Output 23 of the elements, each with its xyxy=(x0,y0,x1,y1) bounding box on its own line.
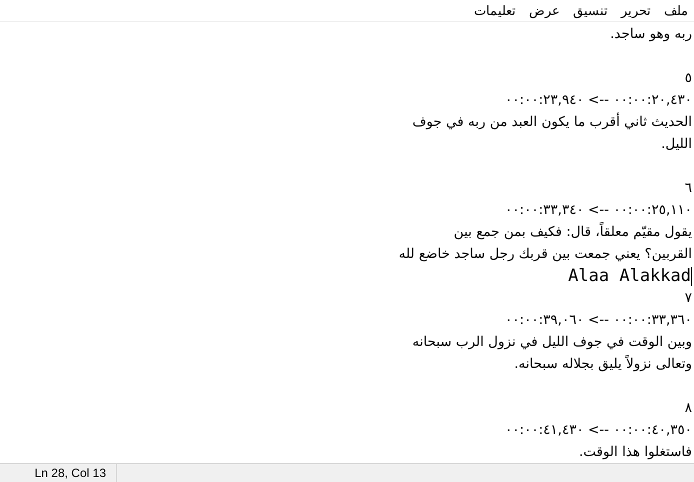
text-line: الليل. xyxy=(661,135,692,154)
text-line: ٠٠:٠٠:٢٠,٤٣٠ --> ٠٠:٠٠:٢٣,٩٤٠ xyxy=(505,91,692,110)
menu-item[interactable]: تنسيق xyxy=(573,3,608,21)
menu-item[interactable]: عرض xyxy=(529,3,560,21)
text-line: الحديث ثاني أقرب ما يكون العبد من ربه في جوف xyxy=(412,112,692,132)
text-line: ٦ xyxy=(684,179,692,198)
text-line: القربين؟ يعني جمعت بين قربك رجل ساجد خاضع لله xyxy=(398,245,692,264)
menu-item[interactable]: ملف xyxy=(664,3,688,21)
text-line: Alaa Alakkad xyxy=(568,265,691,287)
text-line: ربه وهو ساجد. xyxy=(610,25,692,44)
text-line: ٠٠:٠٠:٢٥,١١٠ --> ٠٠:٠٠:٣٣,٣٤٠ xyxy=(505,201,692,220)
text-line: وتعالى نزولاً يليق بجلاله سبحانه. xyxy=(514,354,692,374)
menu-item[interactable]: تحرير xyxy=(621,3,651,21)
cursor-position: Ln 28, Col 13 xyxy=(0,464,117,482)
menu-item[interactable]: تعليمات xyxy=(474,3,516,21)
text-line: ٠٠:٠٠:٤٠,٣٥٠ --> ٠٠:٠٠:٤١,٤٣٠ xyxy=(505,421,692,440)
text-line: ٧ xyxy=(684,289,692,308)
text-line: يقول مقيّم معلقاً، قال: فكيف بمن جمع بين xyxy=(454,221,692,242)
text-line: وبين الوقت في جوف الليل في نزول الرب سبحانه xyxy=(412,333,692,352)
text-line: ٥ xyxy=(684,69,692,88)
text-line: ٨ xyxy=(684,399,692,418)
text-line: فاستغلوا هذا الوقت. xyxy=(578,443,692,462)
text-line: ٠٠:٠٠:٣٣,٣٦٠ --> ٠٠:٠٠:٣٩,٠٦٠ xyxy=(505,311,692,330)
